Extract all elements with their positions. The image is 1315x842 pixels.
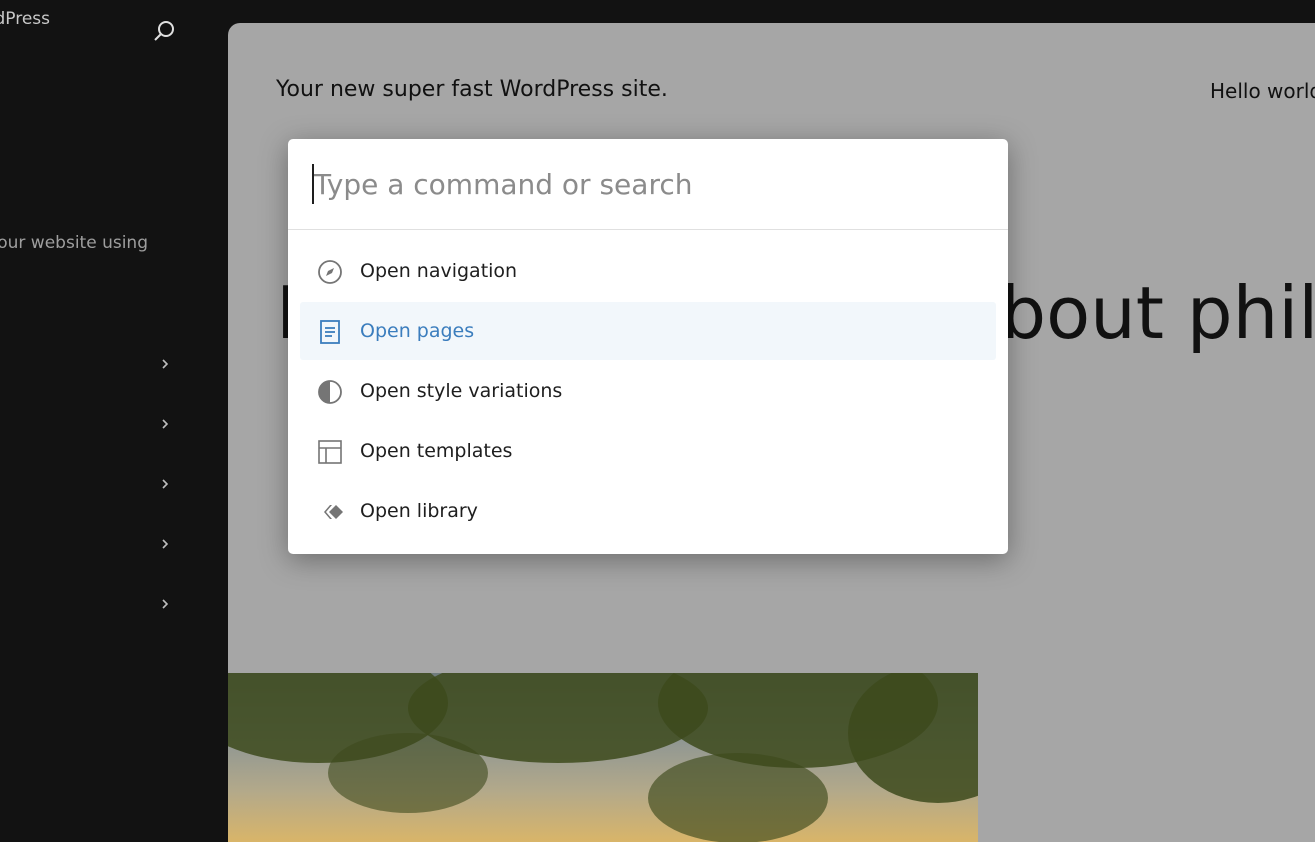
command-label: Open pages	[360, 320, 475, 342]
command-open-navigation[interactable]: Open navigation	[300, 242, 996, 300]
command-palette: Open navigation Open pages Open style va…	[288, 139, 1008, 554]
command-label: Open templates	[360, 440, 513, 462]
command-open-library[interactable]: Open library	[300, 482, 996, 540]
command-open-style-variations[interactable]: Open style variations	[300, 362, 996, 420]
symbol-icon	[324, 505, 343, 519]
compass-icon	[318, 260, 342, 284]
command-label: Open style variations	[360, 380, 563, 402]
command-list: Open navigation Open pages Open style va…	[300, 242, 996, 542]
text-caret	[312, 164, 314, 204]
command-open-templates[interactable]: Open templates	[300, 422, 996, 480]
command-open-pages[interactable]: Open pages	[300, 302, 996, 360]
command-search-row	[288, 139, 1008, 230]
command-label: Open library	[360, 500, 478, 522]
contrast-icon	[318, 380, 342, 404]
command-label: Open navigation	[360, 260, 518, 282]
layout-icon	[318, 440, 342, 464]
page-icon	[320, 320, 340, 344]
command-search-input[interactable]	[312, 161, 974, 207]
